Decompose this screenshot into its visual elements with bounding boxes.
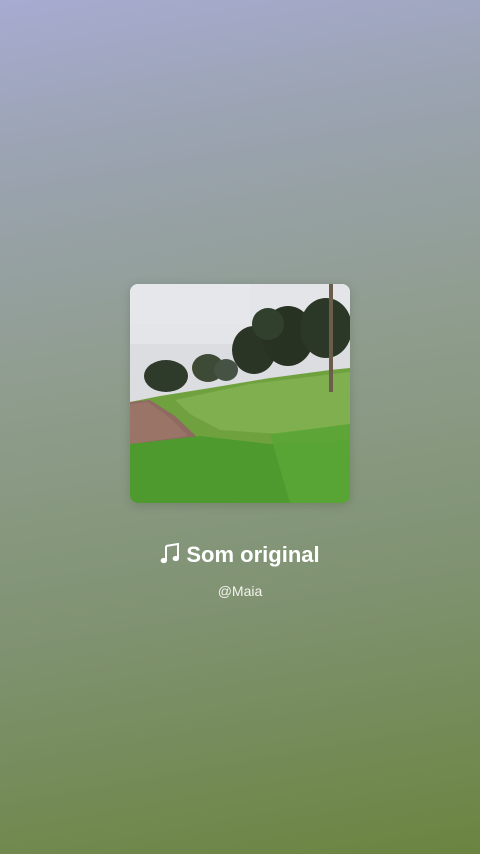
sound-title-row[interactable]: Som original (0, 540, 480, 570)
landscape-image (130, 284, 350, 503)
audio-bars-icon (320, 471, 338, 491)
author-handle[interactable]: @Maia (0, 581, 480, 601)
sound-page: Som original @Maia (0, 0, 480, 854)
sound-cover-image[interactable] (130, 284, 350, 503)
sound-title: Som original (186, 542, 320, 567)
music-note-icon (160, 542, 180, 565)
